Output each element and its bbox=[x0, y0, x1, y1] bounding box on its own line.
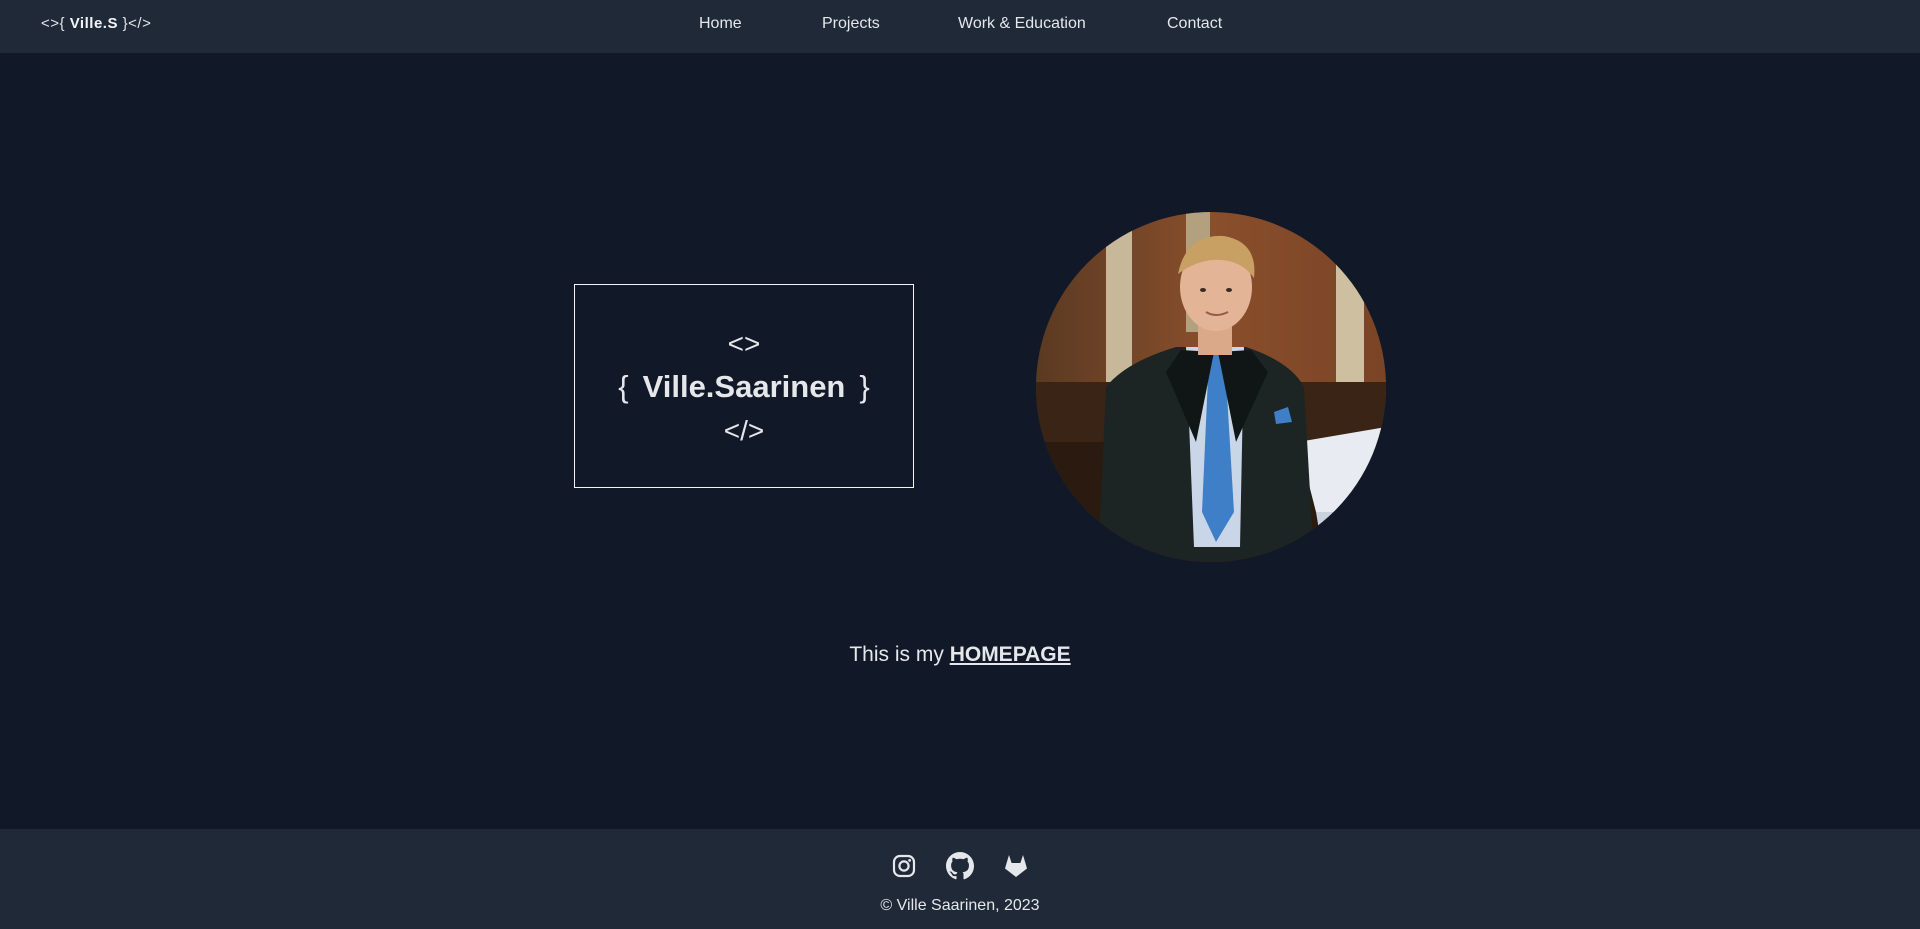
profile-photo bbox=[1036, 212, 1386, 562]
github-icon-glyph bbox=[946, 852, 974, 880]
nav-link-home[interactable]: Home bbox=[699, 15, 742, 33]
profile-photo-image bbox=[1036, 212, 1386, 562]
hero-close-tag: </> bbox=[723, 415, 765, 446]
nav-link-projects[interactable]: Projects bbox=[822, 15, 880, 33]
nav-links: Home Projects Work & Education Contact bbox=[0, 15, 1920, 37]
gitlab-icon-glyph bbox=[1005, 855, 1027, 877]
hero-name-box: <> { Ville.Saarinen} </> bbox=[574, 284, 914, 488]
copyright: © Ville Saarinen, 2023 bbox=[880, 897, 1040, 914]
tagline: This is my HOMEPAGE bbox=[0, 643, 1920, 667]
homepage-link[interactable]: HOMEPAGE bbox=[950, 643, 1071, 666]
navbar: <>{ Ville.S }</> Home Projects Work & Ed… bbox=[0, 0, 1920, 53]
github-icon[interactable] bbox=[946, 852, 974, 880]
footer: © Ville Saarinen, 2023 bbox=[0, 829, 1920, 929]
hero-open-tag: <> bbox=[727, 328, 761, 359]
hero-name: Ville.Saarinen bbox=[642, 369, 846, 404]
tagline-text: This is my bbox=[849, 643, 950, 666]
hero-brace-open: { bbox=[618, 369, 629, 404]
gitlab-icon[interactable] bbox=[1002, 852, 1030, 880]
hero-brace-close: } bbox=[859, 369, 870, 404]
instagram-icon[interactable] bbox=[890, 852, 918, 880]
instagram-icon-glyph bbox=[892, 854, 916, 878]
nav-link-contact[interactable]: Contact bbox=[1167, 15, 1222, 33]
hero-name-line: { Ville.Saarinen} bbox=[575, 369, 913, 405]
nav-link-work-education[interactable]: Work & Education bbox=[958, 15, 1086, 33]
